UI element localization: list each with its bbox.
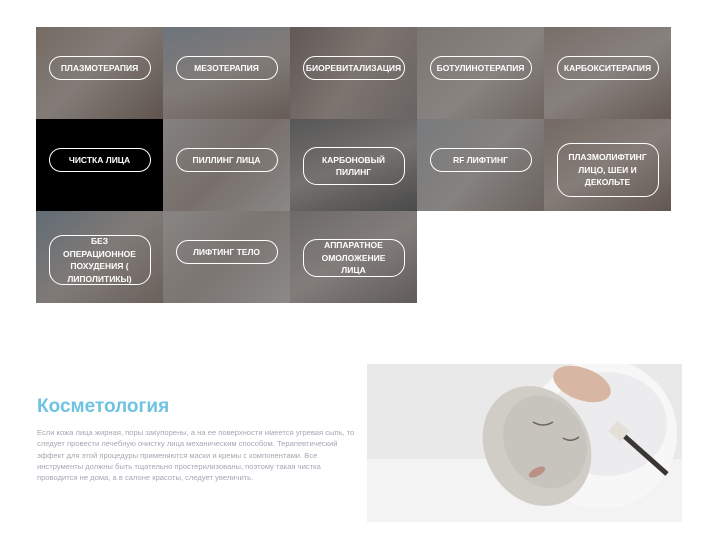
section-description: Если кожа лица жирная, поры закупорены, … (37, 428, 355, 483)
service-button[interactable]: БОТУЛИНОТЕРАПИЯ (429, 56, 532, 80)
section-title: Косметология (37, 396, 170, 417)
service-tile-carbon-peeling[interactable]: КАРБОНОВЫЙ ПИЛИНГ (290, 119, 417, 211)
service-button[interactable]: МЕЗОТЕРАПИЯ (175, 56, 278, 80)
service-tile-carboxytherapy[interactable]: КАРБОКСИТЕРАПИЯ (544, 27, 671, 119)
service-tile-lipolytics[interactable]: БЕЗ ОПЕРАЦИОННОЕ ПОХУДЕНИЯ ( ЛИПОЛИТИКЫ) (36, 211, 163, 303)
service-tile-botulinotherapy[interactable]: БОТУЛИНОТЕРАПИЯ (417, 27, 544, 119)
service-button[interactable]: ЧИСТКА ЛИЦА (48, 148, 151, 172)
service-tile-biorevitalization[interactable]: БИОРЕВИТАЛИЗАЦИЯ (290, 27, 417, 119)
service-button[interactable]: ЛИФТИНГ ТЕЛО (175, 240, 278, 264)
service-button[interactable]: ПЛАЗМОТЕРАПИЯ (48, 56, 151, 80)
service-button[interactable]: КАРБОНОВЫЙ ПИЛИНГ (302, 147, 405, 185)
service-tile-rf-lifting[interactable]: RF ЛИФТИНГ (417, 119, 544, 211)
service-button[interactable]: RF ЛИФТИНГ (429, 148, 532, 172)
services-grid: ПЛАЗМОТЕРАПИЯ МЕЗОТЕРАПИЯ БИОРЕВИТАЛИЗАЦ… (36, 27, 673, 304)
service-button[interactable]: ПИЛЛИНГ ЛИЦА (175, 148, 278, 172)
service-button[interactable]: БЕЗ ОПЕРАЦИОННОЕ ПОХУДЕНИЯ ( ЛИПОЛИТИКЫ) (48, 235, 151, 285)
service-button[interactable]: ПЛАЗМОЛИФТИНГ ЛИЦО, ШЕИ И ДЕКОЛЬТЕ (556, 143, 659, 197)
service-tile-body-lifting[interactable]: ЛИФТИНГ ТЕЛО (163, 211, 290, 303)
service-tile-face-cleaning[interactable]: ЧИСТКА ЛИЦА (36, 119, 163, 211)
service-tile-face-peeling[interactable]: ПИЛЛИНГ ЛИЦА (163, 119, 290, 211)
cosmetology-photo (367, 364, 682, 522)
service-tile-mesotherapy[interactable]: МЕЗОТЕРАПИЯ (163, 27, 290, 119)
service-tile-hardware-rejuvenation[interactable]: АППАРАТНОЕ ОМОЛОЖЕНИЕ ЛИЦА (290, 211, 417, 303)
service-button[interactable]: БИОРЕВИТАЛИЗАЦИЯ (302, 56, 405, 80)
service-tile-plasmolifting[interactable]: ПЛАЗМОЛИФТИНГ ЛИЦО, ШЕИ И ДЕКОЛЬТЕ (544, 119, 671, 211)
service-button[interactable]: АППАРАТНОЕ ОМОЛОЖЕНИЕ ЛИЦА (302, 239, 405, 277)
service-tile-plasmotherapy[interactable]: ПЛАЗМОТЕРАПИЯ (36, 27, 163, 119)
service-button[interactable]: КАРБОКСИТЕРАПИЯ (556, 56, 659, 80)
